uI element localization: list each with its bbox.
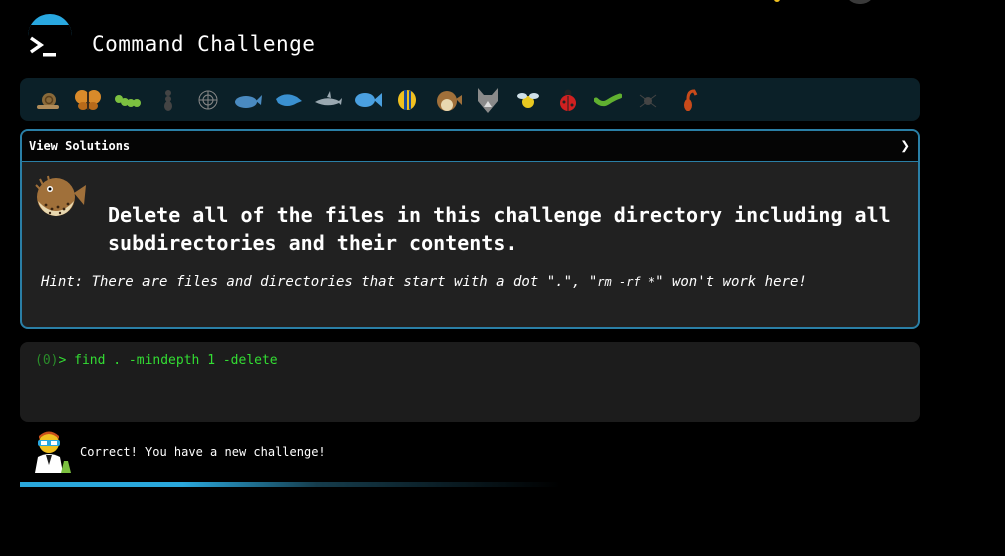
progress-bar	[20, 482, 920, 487]
level-fish-icon[interactable]	[348, 80, 388, 120]
view-solutions-label[interactable]: View Solutions	[29, 139, 130, 153]
page: Command Challenge View Solutions ❯ Delet…	[0, 0, 1005, 556]
challenge-description: Delete all of the files in this challeng…	[108, 203, 891, 255]
command-line[interactable]: (0)> find . -mindepth 1 -delete	[35, 353, 278, 368]
hint-prefix: Hint: There are files and directories th…	[41, 274, 598, 290]
level-bee-icon[interactable]	[508, 80, 548, 120]
top-right-mark	[774, 0, 780, 2]
level-tropical-fish-icon[interactable]	[388, 80, 428, 120]
pufferfish-avatar-icon	[35, 175, 86, 216]
level-ladybug-icon[interactable]	[548, 80, 588, 120]
terminal-prompt-icon[interactable]	[28, 34, 62, 60]
level-shark-icon[interactable]	[308, 80, 348, 120]
hint-text: Hint: There are files and directories th…	[41, 274, 807, 290]
result-message: Correct! You have a new challenge!	[80, 445, 326, 459]
user-avatar-partial[interactable]	[845, 0, 875, 4]
level-ant-icon[interactable]	[148, 80, 188, 120]
top-dome-decoration	[28, 14, 72, 36]
level-whale-icon[interactable]	[228, 80, 268, 120]
app-title: Command Challenge	[92, 32, 316, 56]
level-caterpillar-icon[interactable]	[108, 80, 148, 120]
level-worm-icon[interactable]	[588, 80, 628, 120]
level-spider-icon[interactable]	[628, 80, 668, 120]
level-spider-web-icon[interactable]	[188, 80, 228, 120]
level-wolf-icon[interactable]	[468, 80, 508, 120]
level-scorpion-icon[interactable]	[668, 80, 708, 120]
chevron-right-icon[interactable]: ❯	[900, 136, 910, 155]
level-butterfly-icon[interactable]	[68, 80, 108, 120]
level-pufferfish-icon[interactable]	[428, 80, 468, 120]
scientist-avatar-icon	[35, 431, 71, 473]
progress-bar-fill	[20, 482, 560, 487]
terminal-panel[interactable]: (0)> find . -mindepth 1 -delete	[20, 342, 920, 422]
hint-code: rm -rf *	[597, 275, 656, 289]
prompt-symbol: >	[58, 353, 67, 368]
command-text[interactable]: find . -mindepth 1 -delete	[74, 353, 278, 368]
hint-suffix: " won't work here!	[655, 274, 807, 290]
level-selector	[20, 78, 920, 121]
level-dolphin-icon[interactable]	[268, 80, 308, 120]
level-snail-icon[interactable]	[28, 80, 68, 120]
view-solutions-bar[interactable]: View Solutions ❯	[22, 131, 918, 162]
exit-code: (0)	[35, 353, 59, 368]
challenge-panel: View Solutions ❯ Delete all of the files…	[20, 129, 920, 329]
